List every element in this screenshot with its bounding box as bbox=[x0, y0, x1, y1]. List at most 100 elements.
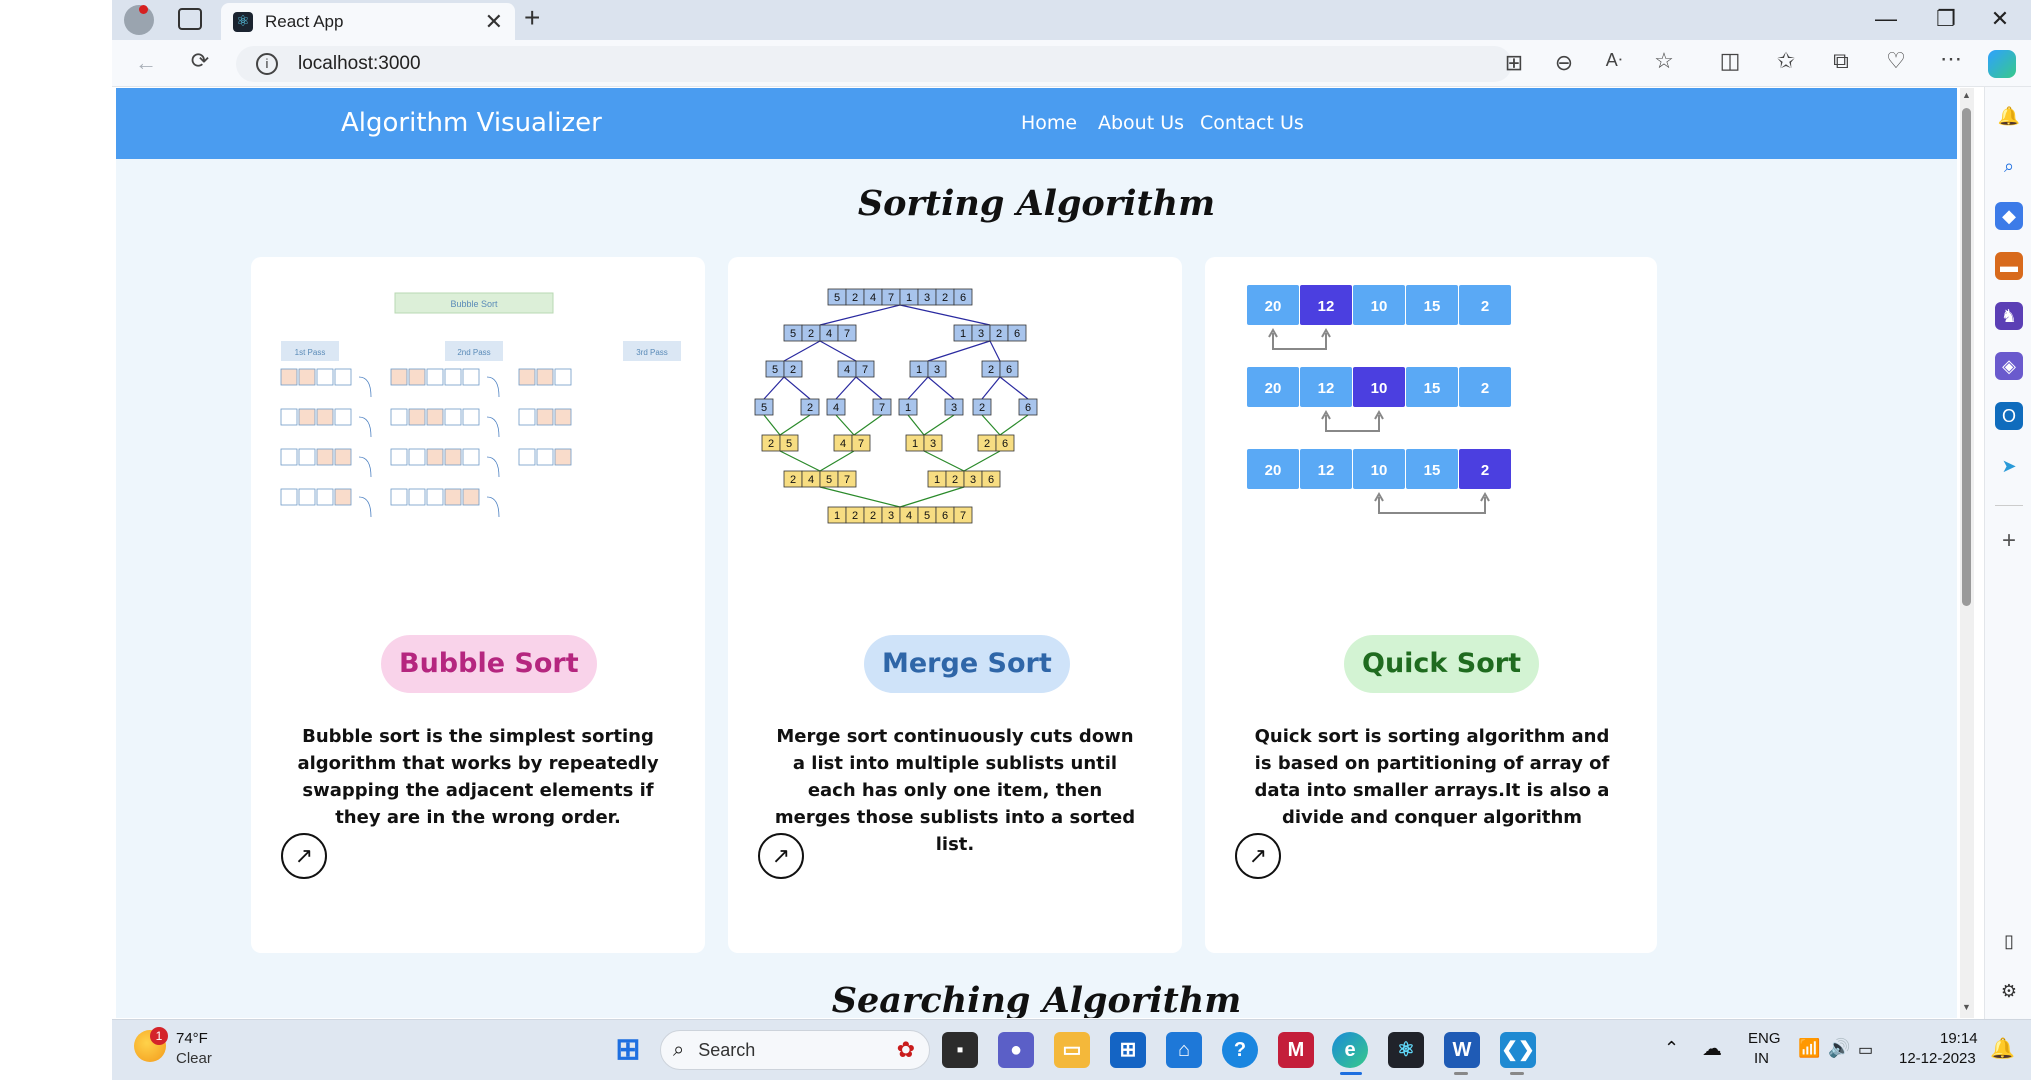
merge-m2b-value: 2 bbox=[952, 474, 958, 486]
nav-about-us[interactable]: About Us bbox=[1098, 112, 1184, 134]
input-region[interactable]: IN bbox=[1754, 1050, 1769, 1067]
microsoft-365-icon[interactable]: ◈ bbox=[1995, 352, 2023, 380]
scroll-down-icon[interactable]: ▼ bbox=[1962, 1002, 1971, 1012]
tab-react-app[interactable]: ⚛ React App ✕ bbox=[221, 3, 515, 40]
quick-value: 2 bbox=[1481, 298, 1489, 315]
word-icon[interactable]: W bbox=[1444, 1032, 1480, 1068]
copilot-icon[interactable] bbox=[1988, 50, 2016, 78]
merge-connector bbox=[899, 486, 965, 508]
battery-icon[interactable]: ▭ bbox=[1858, 1040, 1873, 1060]
bubble-sort-link-icon[interactable]: ↗ bbox=[281, 833, 327, 879]
react-devtools-icon[interactable]: ⚛ bbox=[1388, 1032, 1424, 1068]
url-text[interactable]: localhost:3000 bbox=[298, 53, 421, 75]
app-available-icon[interactable]: ⊞ bbox=[1498, 50, 1530, 76]
merge-connector bbox=[999, 376, 1029, 400]
merge-sort-link-icon[interactable]: ↗ bbox=[758, 833, 804, 879]
drop-send-icon[interactable]: ➤ bbox=[1995, 452, 2023, 480]
favorites-icon[interactable]: ✩ bbox=[1770, 48, 1802, 74]
merge-connector bbox=[779, 450, 821, 472]
volume-icon[interactable]: 🔊 bbox=[1828, 1038, 1850, 1059]
tray-overflow-chevron-icon[interactable]: ⌃ bbox=[1664, 1038, 1679, 1059]
bubble-cell bbox=[334, 448, 352, 466]
shopping-tag-icon[interactable]: ◆ bbox=[1995, 202, 2023, 230]
clock-date[interactable]: 12-12-2023 bbox=[1899, 1050, 1976, 1067]
browser-essentials-icon[interactable]: ♡ bbox=[1880, 48, 1912, 74]
address-bar[interactable]: i localhost:3000 bbox=[236, 46, 1512, 82]
bubble-cell bbox=[426, 408, 444, 426]
teams-chat-icon[interactable]: ● bbox=[998, 1032, 1034, 1068]
mcafee-icon[interactable]: M bbox=[1278, 1032, 1314, 1068]
quick-value: 10 bbox=[1371, 380, 1388, 397]
merge-l1a-value: 7 bbox=[844, 328, 850, 340]
weather-temp[interactable]: 74°F bbox=[176, 1030, 208, 1047]
start-windows-icon[interactable]: ⊞ bbox=[610, 1032, 646, 1068]
more-menu-icon[interactable]: ⋯ bbox=[1935, 46, 1967, 72]
close-tab-icon[interactable]: ✕ bbox=[485, 9, 503, 35]
bubble-cell bbox=[536, 368, 554, 386]
scroll-up-icon[interactable]: ▲ bbox=[1962, 90, 1971, 100]
split-screen-icon[interactable]: ◫ bbox=[1714, 48, 1746, 74]
file-explorer-icon[interactable]: ▭ bbox=[1054, 1032, 1090, 1068]
restore-button[interactable]: ❐ bbox=[1916, 6, 1976, 32]
notifications-bell-icon[interactable]: 🔔 bbox=[1995, 102, 2023, 130]
scrollbar-thumb[interactable] bbox=[1962, 108, 1971, 606]
outlook-icon[interactable]: O bbox=[1995, 402, 2023, 430]
merge-connector bbox=[989, 340, 1001, 362]
task-view-icon[interactable]: ▪ bbox=[942, 1032, 978, 1068]
sidebar-search-icon[interactable]: ⌕ bbox=[1995, 152, 2023, 180]
input-language[interactable]: ENG bbox=[1748, 1030, 1781, 1047]
bubble-cell bbox=[444, 488, 462, 506]
minimize-button[interactable]: — bbox=[1856, 6, 1916, 32]
brand-title[interactable]: Algorithm Visualizer bbox=[341, 108, 602, 138]
microsoft-store-icon[interactable]: ⊞ bbox=[1110, 1032, 1146, 1068]
bubble-pass-label-2: 2nd Pass bbox=[457, 348, 490, 357]
notification-bell-icon[interactable]: 🔔 bbox=[1990, 1036, 2015, 1061]
onedrive-cloud-icon[interactable]: ☁ bbox=[1702, 1036, 1722, 1061]
tab-actions-icon[interactable] bbox=[178, 8, 202, 30]
tools-briefcase-icon[interactable]: ▬ bbox=[1995, 252, 2023, 280]
merge-sort-title[interactable]: Merge Sort bbox=[864, 635, 1070, 693]
vscode-running-indicator bbox=[1510, 1072, 1524, 1075]
quick-value: 10 bbox=[1371, 298, 1388, 315]
merge-l1b-value: 1 bbox=[960, 328, 966, 340]
bubble-arrow bbox=[486, 496, 500, 518]
weather-condition[interactable]: Clear bbox=[176, 1050, 212, 1067]
refresh-icon[interactable]: ⟳ bbox=[184, 48, 216, 74]
nav-contact-us[interactable]: Contact Us bbox=[1200, 112, 1304, 134]
app-launcher-icon[interactable]: ⌂ bbox=[1166, 1032, 1202, 1068]
navbar: Algorithm Visualizer Home About Us Conta… bbox=[116, 88, 1957, 159]
quick-value: 15 bbox=[1424, 462, 1441, 479]
add-sidebar-app-icon[interactable]: + bbox=[1995, 527, 2023, 555]
bubble-arrow bbox=[486, 376, 500, 398]
quick-sort-link-icon[interactable]: ↗ bbox=[1235, 833, 1281, 879]
site-info-icon[interactable]: i bbox=[256, 53, 278, 75]
games-icon[interactable]: ♞ bbox=[1995, 302, 2023, 330]
taskbar-search[interactable]: ⌕ Search ✿ bbox=[660, 1030, 930, 1070]
new-tab-button[interactable]: + bbox=[524, 2, 540, 34]
bubble-sort-title[interactable]: Bubble Sort bbox=[381, 635, 597, 693]
bubble-cell bbox=[462, 448, 480, 466]
help-icon[interactable]: ? bbox=[1222, 1032, 1258, 1068]
back-icon[interactable]: ← bbox=[130, 50, 162, 76]
edge-browser-icon[interactable]: e bbox=[1332, 1032, 1368, 1068]
clock-time[interactable]: 19:14 bbox=[1940, 1030, 1978, 1047]
merge-m2a-value: 4 bbox=[808, 474, 814, 486]
collections-icon[interactable]: ⧉ bbox=[1825, 48, 1857, 74]
quick-sort-title[interactable]: Quick Sort bbox=[1344, 635, 1540, 693]
merge-m1-value: 6 bbox=[1002, 438, 1008, 450]
favorite-star-icon[interactable]: ☆ bbox=[1648, 48, 1680, 74]
merge-result-value: 2 bbox=[870, 510, 876, 522]
bubble-cell bbox=[462, 368, 480, 386]
merge-l3-value: 2 bbox=[979, 402, 985, 414]
nav-home[interactable]: Home bbox=[1021, 112, 1077, 134]
zoom-out-icon[interactable]: ⊖ bbox=[1548, 50, 1580, 76]
read-aloud-icon[interactable]: Aᐧ bbox=[1598, 50, 1630, 71]
bubble-cell bbox=[554, 408, 572, 426]
merge-m1-value: 2 bbox=[768, 438, 774, 450]
vscode-icon[interactable]: ❮❯ bbox=[1500, 1032, 1536, 1068]
close-window-button[interactable]: ✕ bbox=[1970, 6, 2030, 32]
edge-sidebar: 🔔 ⌕ ◆ ▬ ♞ ◈ O ➤ + ▯ ⚙ bbox=[1984, 87, 2031, 1019]
sidebar-settings-icon[interactable]: ⚙ bbox=[1995, 977, 2023, 1005]
hide-sidebar-icon[interactable]: ▯ bbox=[1995, 927, 2023, 955]
wifi-icon[interactable]: 📶 bbox=[1798, 1038, 1820, 1059]
